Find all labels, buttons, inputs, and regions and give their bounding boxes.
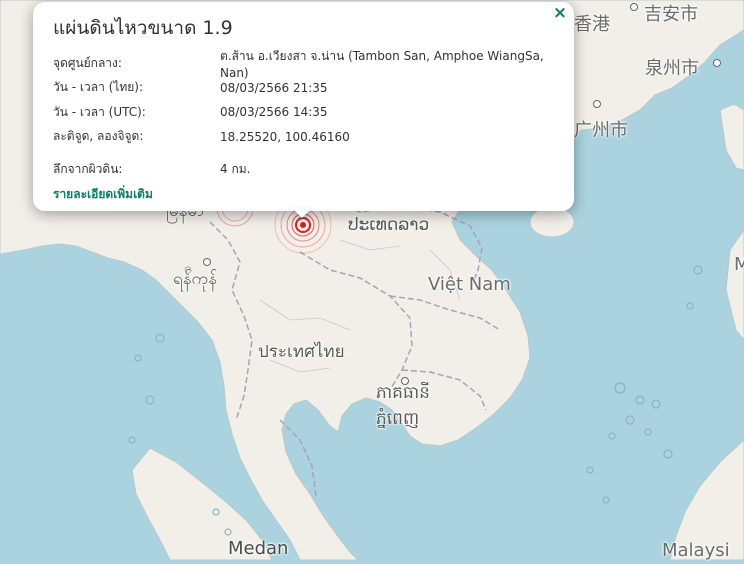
map-label-yangon: ရန်ကုန် (173, 269, 217, 289)
info-label: ละติจูด, ลองจิจูด: (53, 129, 144, 144)
more-details-link[interactable]: รายละเอียดเพิ่มเติม (53, 185, 153, 204)
city-dot-yangon (203, 258, 211, 266)
map-label-medan: Medan (228, 538, 289, 559)
map-label-guangzhou: 广州市 (574, 120, 628, 141)
map-label-thailand: ประเทศไทย (258, 342, 345, 362)
info-value: ต.ส้าน อ.เวียงสา จ.น่าน (Tambon San, Amp… (220, 48, 544, 80)
map-label-vietnam: Việt Nam (428, 274, 511, 295)
info-label: จุดศูนย์กลาง: (53, 55, 122, 70)
map-label-hongkong: 香港 (574, 14, 610, 35)
map-label-malaysia: Malaysi (662, 540, 730, 561)
close-icon[interactable]: × (551, 4, 569, 22)
info-label: วัน - เวลา (ไทย): (53, 80, 144, 95)
city-dot-quanzhou (713, 59, 721, 67)
city-dot-guangzhou (593, 100, 601, 108)
earthquake-popup: × แผ่นดินไหวขนาด 1.9 จุดศูนย์กลาง: ต.ส้า… (33, 2, 574, 211)
city-dot-phnompenh (401, 377, 409, 385)
info-row-epicenter: จุดศูนย์กลาง: ต.ส้าน อ.เวียงสา จ.น่าน (T… (53, 49, 554, 80)
hainan-land (529, 206, 575, 238)
info-value: 18.25520, 100.46160 (220, 129, 350, 144)
info-label: วัน - เวลา (UTC): (53, 104, 146, 119)
map-label-cambodia-line1: ភាគធានី (376, 383, 430, 403)
popup-tip (292, 208, 312, 218)
quake-epicenter-dot (300, 222, 306, 228)
info-value: 4 กม. (220, 161, 251, 176)
info-row-time-utc: วัน - เวลา (UTC): 08/03/2566 14:35 (53, 100, 554, 125)
city-dot-jian (630, 3, 638, 11)
map-label-edge: M (734, 254, 744, 275)
map-label-laos: ປະເທດລາວ (348, 215, 430, 235)
map-label-quanzhou: 泉州市 (645, 58, 699, 79)
popup-title: แผ่นดินไหวขนาด 1.9 (53, 17, 233, 39)
info-value: 08/03/2566 14:35 (220, 105, 328, 120)
info-row-depth: ลึกจากผิวดิน: 4 กม. (53, 157, 554, 182)
info-value: 08/03/2566 21:35 (220, 80, 328, 95)
info-label: ลึกจากผิวดิน: (53, 161, 123, 176)
info-row-latlon: ละติจูด, ลองจิจูด: 18.25520, 100.46160 (53, 125, 554, 150)
map-label-cambodia-line2: ភ្នំពេញ (376, 409, 420, 429)
map-label-jian: 吉安市 (644, 4, 698, 25)
